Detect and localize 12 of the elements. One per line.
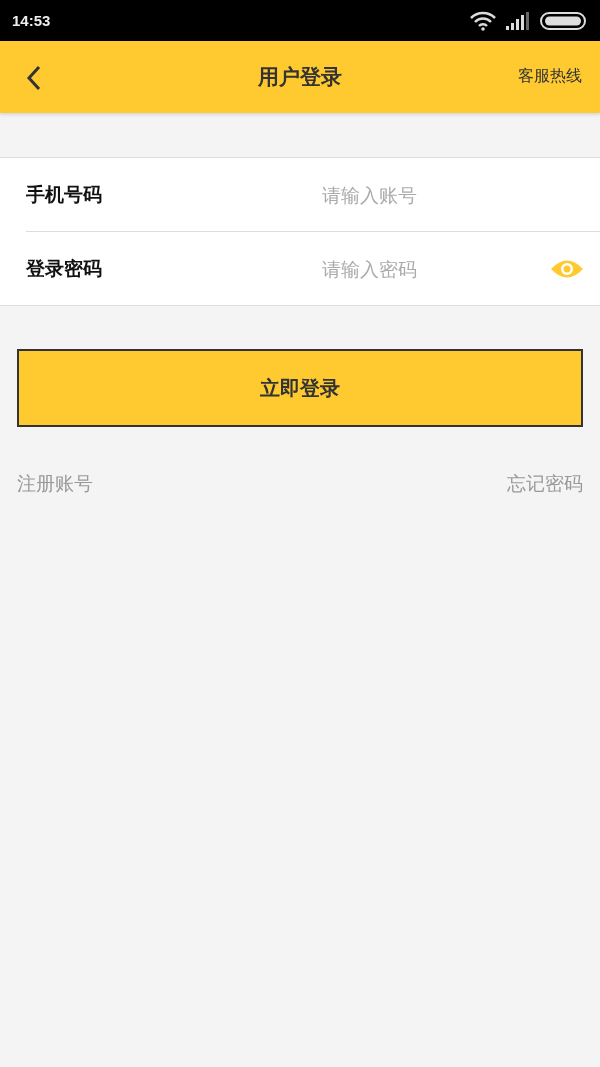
signal-icon	[506, 11, 530, 30]
battery-icon	[540, 11, 586, 30]
page-title: 用户登录	[258, 64, 342, 91]
field-label: 手机号码	[26, 181, 103, 207]
back-icon[interactable]	[26, 65, 42, 91]
clock-time: 14:53	[12, 12, 51, 29]
input-field[interactable]: 请输入账号	[322, 183, 584, 206]
field-label: 登录密码	[26, 255, 103, 281]
wifi-icon	[470, 10, 496, 31]
hotline-link[interactable]: 客服热线	[518, 66, 582, 87]
login-button[interactable]: 立即登录	[17, 349, 583, 427]
input-field[interactable]: 请输入密码	[322, 257, 550, 280]
